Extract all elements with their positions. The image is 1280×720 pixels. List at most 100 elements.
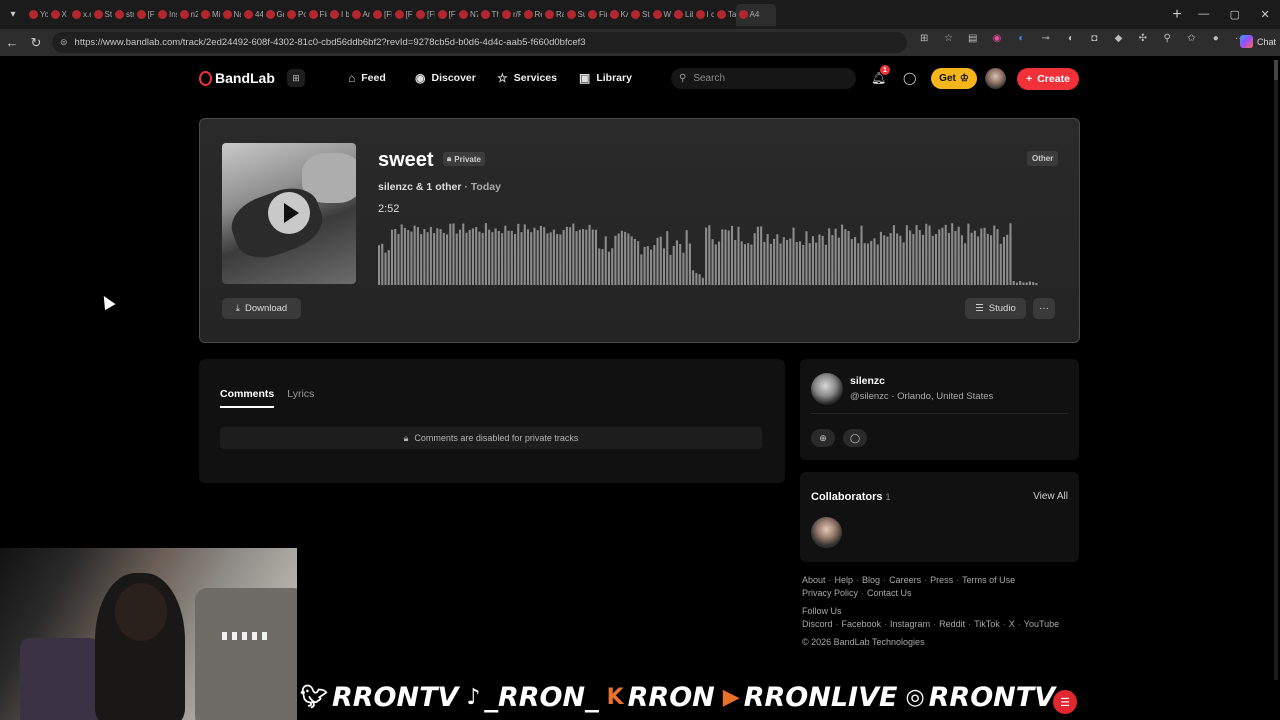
tab-lyrics[interactable]: Lyrics <box>287 388 314 408</box>
waveform[interactable] <box>378 219 1058 285</box>
browser-tab[interactable]: [FF <box>370 4 392 26</box>
browser-tab[interactable]: [FR <box>134 4 155 26</box>
close-window-button[interactable]: ✕ <box>1261 8 1270 21</box>
bandlab-logo[interactable]: BandLab <box>199 70 275 86</box>
browser-tab[interactable]: Fin <box>585 4 607 26</box>
browser-tab[interactable]: [FF <box>435 4 456 26</box>
browser-tab[interactable]: A4 <box>735 3 776 26</box>
track-cover-art[interactable] <box>222 143 356 284</box>
site-info-icon[interactable]: ⊜ <box>60 37 68 48</box>
browser-tab[interactable]: Gri <box>263 4 284 26</box>
view-all-link[interactable]: View All <box>1033 491 1068 502</box>
search-input[interactable] <box>693 73 834 84</box>
browser-tab[interactable]: I c <box>693 4 714 26</box>
tab-comments[interactable]: Comments <box>220 388 275 408</box>
footer-link[interactable]: Careers <box>889 575 921 585</box>
browser-tab[interactable]: X <box>48 4 70 26</box>
favorites-icon[interactable]: ✩ <box>1179 33 1203 44</box>
page-scrollbar-thumb[interactable] <box>1274 60 1278 80</box>
browser-tab[interactable]: Po <box>284 4 306 26</box>
browser-tab[interactable]: [FR <box>413 4 435 26</box>
browser-tab[interactable]: Tar <box>714 4 736 26</box>
more-options-button[interactable]: ··· <box>1033 298 1055 319</box>
nav-discover[interactable]: ◉ Discover <box>415 71 476 85</box>
collaborator-avatar[interactable] <box>811 517 842 548</box>
apps-grid-icon[interactable]: ⊞ <box>287 69 305 87</box>
browser-tab[interactable]: The <box>478 4 499 26</box>
extension-icon[interactable]: ◉ <box>985 33 1009 44</box>
page-scrollbar[interactable] <box>1274 60 1278 680</box>
tab-search-dropdown[interactable]: ▾ <box>0 0 26 29</box>
artist-name[interactable]: silenzc <box>850 375 885 387</box>
nav-feed[interactable]: ⌂ Feed <box>348 71 386 85</box>
extensions-puzzle-icon[interactable]: ✣ <box>1131 33 1155 44</box>
back-button[interactable]: ← <box>0 35 24 50</box>
url-text[interactable]: https://www.bandlab.com/track/2ed24492-6… <box>75 37 586 48</box>
browser-tab[interactable]: [FR <box>392 4 413 26</box>
play-button[interactable] <box>268 192 310 234</box>
footer-link[interactable]: About <box>802 575 826 585</box>
nav-services[interactable]: ☆ Services <box>497 71 557 85</box>
user-avatar[interactable] <box>985 68 1006 89</box>
track-artist[interactable]: silenzc & 1 other <box>378 181 461 193</box>
footer-link[interactable]: Help <box>835 575 854 585</box>
browser-tab[interactable]: Str <box>91 4 112 26</box>
genre-tag[interactable]: Other <box>1027 151 1059 166</box>
browser-tab[interactable]: Ins <box>155 4 177 26</box>
extension-icon[interactable]: ⚲ <box>1155 33 1179 44</box>
footer-link[interactable]: Blog <box>862 575 880 585</box>
reload-button[interactable]: ↻ <box>24 35 48 51</box>
download-button[interactable]: ⤓ Download <box>222 298 301 319</box>
browser-tab[interactable]: An <box>349 4 370 26</box>
browser-tab[interactable]: Fin <box>306 4 327 26</box>
browser-tab[interactable]: Yo <box>26 4 48 26</box>
browser-tab[interactable]: We <box>650 4 671 26</box>
footer-link[interactable]: Privacy Policy <box>802 588 858 598</box>
footer-link[interactable]: YouTube <box>1024 619 1059 629</box>
browser-tab[interactable]: Lib <box>671 4 693 26</box>
footer-link[interactable]: Contact Us <box>867 588 912 598</box>
open-in-studio-button[interactable]: ☰ Studio <box>965 298 1026 319</box>
browser-tab[interactable]: I b <box>327 4 349 26</box>
extension-icon[interactable]: ◆ <box>1106 33 1130 44</box>
new-tab-button[interactable]: + <box>1166 6 1188 24</box>
browser-tab[interactable]: x.c <box>69 4 91 26</box>
browser-tab[interactable]: 44 <box>241 4 263 26</box>
message-button[interactable]: ◯ <box>843 429 867 447</box>
footer-link[interactable]: Press <box>930 575 953 585</box>
messages-icon[interactable]: ◯ <box>903 71 916 85</box>
browser-tab[interactable]: Na <box>220 4 241 26</box>
create-button[interactable]: + Create <box>1017 68 1079 90</box>
footer-link[interactable]: Reddit <box>939 619 965 629</box>
browser-tab[interactable]: N7 <box>456 4 478 26</box>
browser-tab[interactable]: str <box>112 4 134 26</box>
extension-icon[interactable]: ⊸ <box>1033 33 1057 44</box>
reading-mode-icon[interactable]: ⊞ <box>912 33 936 44</box>
extension-icon[interactable]: ▤ <box>961 33 985 44</box>
footer-link[interactable]: Facebook <box>842 619 882 629</box>
profile-avatar-icon[interactable]: ● <box>1204 33 1228 44</box>
copilot-button[interactable]: Chat <box>1240 35 1276 48</box>
artist-avatar[interactable] <box>811 373 843 405</box>
browser-tab[interactable]: Str <box>628 4 650 26</box>
browser-tab[interactable]: KA <box>607 4 628 26</box>
favorite-star-icon[interactable]: ☆ <box>936 33 960 44</box>
footer-link[interactable]: X <box>1009 619 1015 629</box>
footer-link[interactable]: TikTok <box>974 619 1000 629</box>
browser-tab[interactable]: Mi <box>198 4 220 26</box>
extension-icon[interactable]: ◘ <box>1082 33 1106 44</box>
minimize-button[interactable]: — <box>1198 8 1209 21</box>
footer-link[interactable]: Terms of Use <box>962 575 1015 585</box>
nav-library[interactable]: ▣ Library <box>579 71 632 85</box>
maximize-button[interactable]: ▢ <box>1230 8 1240 21</box>
extension-icon[interactable]: ◐ <box>1009 33 1033 44</box>
footer-link[interactable]: Discord <box>802 619 833 629</box>
browser-tab[interactable]: Re <box>521 4 542 26</box>
extension-icon[interactable]: ◖ <box>1058 33 1082 44</box>
browser-tab[interactable]: n2 <box>177 4 198 26</box>
floating-menu-button[interactable]: ☰ <box>1053 690 1077 714</box>
follow-button[interactable]: ⊕ <box>811 429 835 447</box>
search-box[interactable]: ⚲ <box>671 68 856 89</box>
browser-tab[interactable]: r/P <box>499 4 521 26</box>
get-membership-button[interactable]: Get ♔ <box>931 68 977 89</box>
